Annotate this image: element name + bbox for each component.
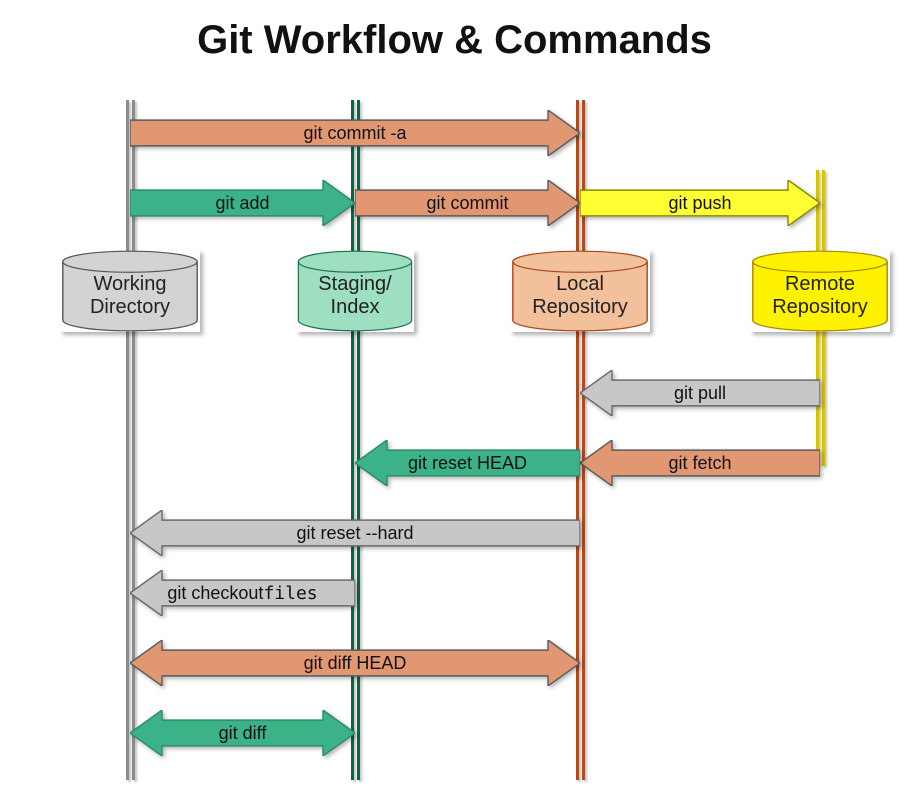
cylinder-label: Local Repository	[532, 263, 628, 319]
arrow-fetch: git fetch	[580, 440, 820, 486]
arrow-diff-head: git diff HEAD	[130, 640, 580, 686]
cylinder-label: Staging/ Index	[318, 263, 391, 319]
arrow-reset-hard: git reset --hard	[130, 510, 580, 556]
arrow-commit: git commit	[355, 180, 580, 226]
arrow-commit-a: git commit -a	[130, 110, 580, 156]
cylinder-staging-index: Staging/ Index	[296, 250, 414, 332]
arrow-push: git push	[580, 180, 820, 226]
arrow-checkout: git checkout files	[130, 570, 355, 616]
arrow-pull: git pull	[580, 370, 820, 416]
page-title: Git Workflow & Commands	[0, 18, 909, 63]
cylinder-label: Remote Repository	[772, 263, 868, 319]
pole-working	[126, 100, 127, 780]
arrow-add: git add	[130, 180, 355, 226]
cylinder-label: Working Directory	[90, 263, 170, 319]
cylinder-local-repository: Local Repository	[510, 250, 650, 332]
arrow-diff: git diff	[130, 710, 355, 756]
cylinder-working-directory: Working Directory	[60, 250, 200, 332]
diagram-stage: Git Workflow & Commands git commit -agit…	[0, 0, 909, 810]
arrow-reset-head: git reset HEAD	[355, 440, 580, 486]
cylinder-remote-repository: Remote Repository	[750, 250, 890, 332]
